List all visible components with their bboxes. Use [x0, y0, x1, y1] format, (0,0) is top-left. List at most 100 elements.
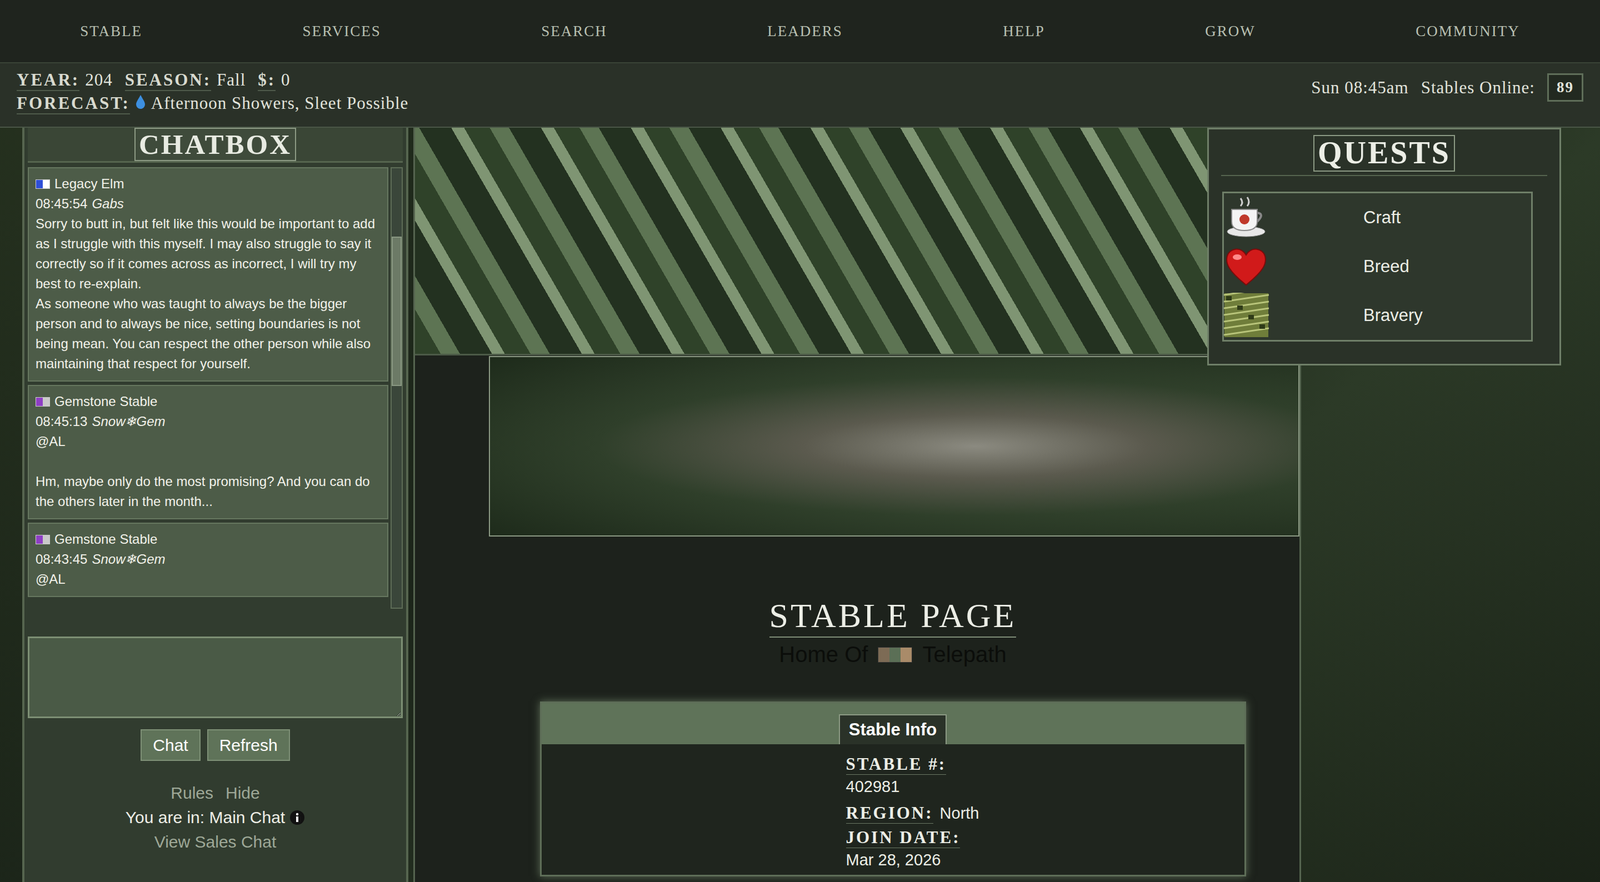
quest-item[interactable]: Craft	[1223, 193, 1532, 243]
nav-item[interactable]: GROW	[1205, 22, 1256, 40]
message-meta: 08:45:13Snow❄Gem	[35, 411, 381, 432]
stat: YEAR:204	[16, 70, 113, 92]
chat-button[interactable]: Chat	[140, 729, 200, 762]
stat-value: Fall	[216, 70, 246, 90]
message-text: Hm, maybe only do the most promising? An…	[35, 471, 381, 512]
chat-message: Gemstone Stable08:45:13Snow❄Gem@AL Hm, ma…	[27, 385, 389, 520]
sales-chat-link[interactable]: View Sales Chat	[154, 830, 277, 855]
message-time: 08:45:13	[35, 411, 88, 432]
server-time: Sun 08:45am	[1311, 77, 1409, 98]
field-value: Mar 28, 2026	[846, 848, 942, 873]
flag-icon	[35, 535, 50, 545]
stat-label: SEASON:	[125, 70, 212, 92]
online-label: Stables Online:	[1421, 77, 1535, 98]
info-bar: YEAR:204 SEASON:Fall $:0 FORECAST: Afternoon…	[0, 63, 1600, 128]
horse-banner	[488, 356, 1300, 537]
stats-row: YEAR:204 SEASON:Fall $:0	[16, 70, 409, 92]
flag-stripe	[36, 397, 43, 407]
quest-label: Bravery	[1363, 305, 1423, 326]
online-count: 89	[1547, 73, 1584, 102]
top-nav: STABLE SERVICES SEARCH LEADERS HELP GROW COMMU…	[0, 0, 1600, 64]
chat-links: Rules HideYou are in: Main ChatView Sales…	[27, 781, 403, 855]
message-user[interactable]: Snow❄Gem	[91, 411, 165, 432]
room-line: You are in: Main Chat	[125, 805, 305, 830]
field-value: North	[940, 801, 980, 827]
flag-icon	[35, 397, 50, 407]
info-field: JOIN DATE:Mar 28, 2026	[846, 827, 1052, 873]
stable-content: STABLE PAGEHome OfTelepathStable InfoSTA…	[415, 536, 1300, 877]
page: STABLE SERVICES SEARCH LEADERS HELP GROW COMMU…	[0, 0, 1600, 882]
field-label: STABLE #:	[846, 754, 947, 775]
home-of: Home Of Telepath	[778, 642, 1007, 668]
nav-item[interactable]: SERVICES	[302, 22, 382, 40]
nav-item[interactable]: COMMUNITY	[1415, 22, 1520, 40]
coffee-cup-icon	[1223, 195, 1269, 240]
stat: $:0	[257, 70, 290, 92]
stable-name[interactable]: Gemstone Stable	[54, 391, 158, 412]
stat-label: $:	[257, 70, 276, 92]
forecast: FORECAST: Afternoon Showers, Sleet Possib…	[16, 93, 409, 115]
nav-item[interactable]: LEADERS	[767, 22, 843, 40]
quest-item[interactable]: Bravery	[1223, 291, 1532, 340]
raindrop-icon	[135, 94, 146, 109]
quest-label: Breed	[1363, 256, 1410, 277]
message-user[interactable]: Gabs	[91, 193, 124, 214]
message-text: @AL	[35, 431, 381, 452]
swatch-part	[878, 647, 890, 663]
chatbox: CHATBOX Legacy Elm08:45:54GabsSorry to bu…	[22, 127, 409, 882]
info-field: REGION: North	[846, 801, 1052, 827]
content: STABLE PAGEHome OfTelepathStable InfoSTA…	[413, 127, 1302, 882]
main: CHATBOX Legacy Elm08:45:54GabsSorry to bu…	[0, 127, 1600, 882]
stable-info-tab[interactable]: Stable Info	[838, 714, 947, 745]
swatch-part	[889, 647, 901, 663]
stat-value: 0	[281, 70, 291, 90]
flag-icon	[35, 179, 50, 189]
flag-stripe	[36, 180, 43, 189]
info-fields: STABLE #:402981 REGION: NorthJOIN DATE:Mar…	[846, 744, 1052, 875]
bravery-tile-icon	[1223, 292, 1269, 338]
stable-name[interactable]: Gemstone Stable	[54, 529, 158, 550]
field-label: JOIN DATE:	[846, 827, 961, 849]
chat-link[interactable]: Rules	[170, 781, 214, 806]
link-row: Rules Hide	[170, 781, 260, 806]
scroll-thumb[interactable]	[391, 236, 402, 387]
message-header: Gemstone Stable	[35, 391, 381, 412]
quest-icon-box	[1223, 292, 1269, 338]
nav-item[interactable]: STABLE	[80, 22, 143, 40]
stat: SEASON:Fall	[125, 70, 247, 92]
chat-link[interactable]: Hide	[225, 781, 260, 806]
forecast-value: Afternoon Showers, Sleet Possible	[151, 93, 409, 114]
home-prefix: Home Of	[778, 642, 868, 668]
message-user[interactable]: Snow❄Gem	[91, 549, 165, 570]
quest-icon-box	[1223, 195, 1269, 240]
info-field: STABLE #:402981	[846, 754, 1052, 800]
stat-label: YEAR:	[16, 70, 80, 92]
stable-title: Telepath	[922, 642, 1007, 668]
forecast-label: FORECAST:	[16, 93, 130, 115]
flag-stripe	[42, 397, 50, 407]
message-text: @AL	[35, 569, 381, 590]
stat-value: 204	[85, 70, 113, 90]
quest-label: Craft	[1363, 207, 1401, 228]
info-icon[interactable]	[289, 810, 305, 826]
quest-item[interactable]: Breed	[1223, 242, 1532, 292]
stable-name[interactable]: Legacy Elm	[54, 173, 124, 194]
chat-message: Legacy Elm08:45:54GabsSorry to butt in, …	[27, 167, 389, 382]
quest-icon-box	[1223, 243, 1269, 289]
heart-icon	[1223, 243, 1269, 289]
game-stats: YEAR:204 SEASON:Fall $:0 FORECAST: Afternoon…	[16, 70, 409, 115]
field-label: REGION:	[846, 803, 934, 824]
chat-scrollbar[interactable]	[390, 167, 403, 609]
quest-list: Craft Breed Bravery	[1222, 191, 1533, 342]
nav-item[interactable]: HELP	[1002, 22, 1045, 40]
message-list: Legacy Elm08:45:54GabsSorry to butt in, …	[27, 167, 389, 609]
chat-button[interactable]: Refresh	[207, 729, 290, 762]
chatbox-title: CHATBOX	[134, 127, 297, 162]
quests-title: QUESTS	[1313, 135, 1455, 172]
chatbox-header: CHATBOX	[27, 127, 403, 163]
message-meta: 08:43:45Snow❄Gem	[35, 549, 381, 570]
chat-input[interactable]	[27, 636, 403, 719]
quests-header: QUESTS	[1221, 135, 1548, 177]
nav-item[interactable]: SEARCH	[541, 22, 608, 40]
field-value: 402981	[846, 775, 900, 800]
